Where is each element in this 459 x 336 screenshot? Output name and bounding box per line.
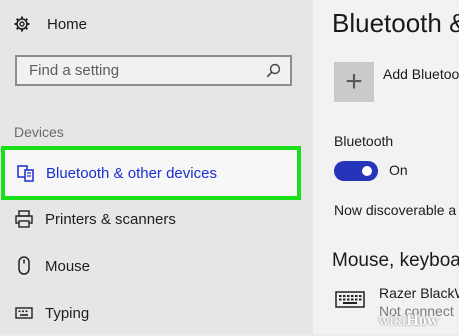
devices-section-label: Devices [14, 124, 64, 140]
sidebar-item-bluetooth[interactable]: Bluetooth & other devices [1, 146, 301, 200]
toggle-state-label: On [389, 162, 408, 178]
sidebar: Home Devices Bluetooth & other devices [0, 0, 313, 334]
bluetooth-devices-icon [16, 163, 36, 183]
mouse-icon [14, 256, 34, 276]
page-title: Bluetooth & [332, 8, 459, 38]
main-content: Bluetooth & + Add Bluetoo Bluetooth On N… [313, 0, 459, 334]
printer-icon [14, 209, 34, 229]
watermark-how: How [406, 312, 439, 329]
sidebar-item-label: Mouse [45, 257, 91, 275]
sidebar-item-label: Bluetooth & other devices [46, 164, 217, 182]
keyboard-icon [335, 291, 365, 313]
bluetooth-setting-label: Bluetooth [334, 133, 394, 149]
home-label: Home [47, 15, 88, 33]
sidebar-item-mouse[interactable]: Mouse [0, 243, 300, 289]
sidebar-item-label: Printers & scanners [45, 210, 176, 228]
toggle-knob [362, 166, 372, 176]
wikihow-watermark: wikiHow [378, 312, 438, 330]
search-input[interactable] [27, 61, 251, 80]
home-link[interactable]: Home [14, 12, 87, 36]
discoverable-status: Now discoverable a [334, 202, 457, 218]
gear-icon [14, 16, 30, 32]
search-box[interactable] [15, 55, 292, 86]
watermark-wiki: wiki [378, 312, 407, 329]
add-device-label[interactable]: Add Bluetoo [383, 66, 459, 82]
mouse-keyboard-section-title: Mouse, keyboa [332, 250, 459, 271]
device-name[interactable]: Razer BlackW [379, 285, 459, 301]
search-icon[interactable] [266, 63, 281, 78]
keyboard-icon [14, 303, 34, 323]
bluetooth-toggle[interactable] [334, 161, 378, 181]
sidebar-item-label: Typing [45, 304, 90, 322]
add-device-button[interactable]: + [334, 62, 374, 102]
plus-icon: + [345, 65, 363, 98]
sidebar-item-printers[interactable]: Printers & scanners [0, 196, 300, 242]
sidebar-item-typing[interactable]: Typing [0, 290, 300, 336]
